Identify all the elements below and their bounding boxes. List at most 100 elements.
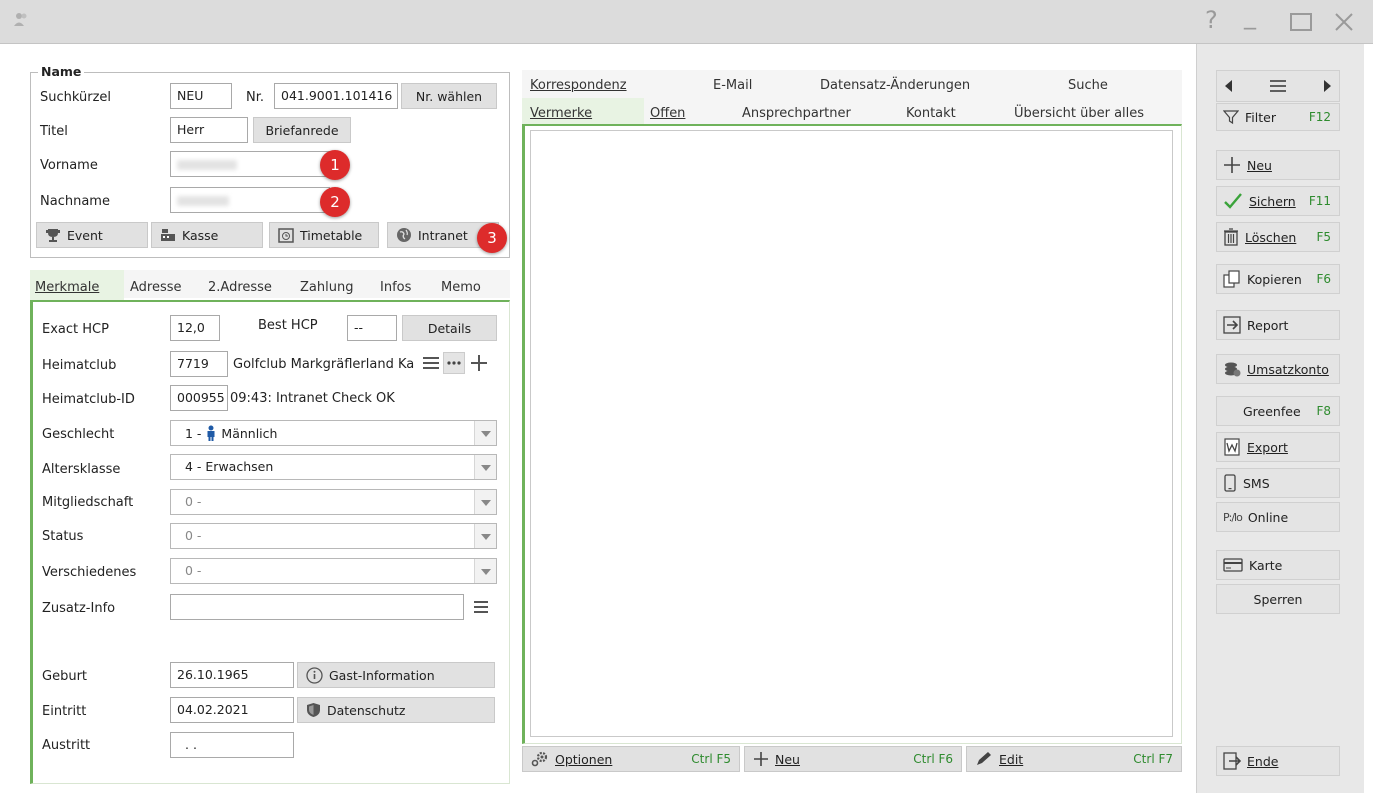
ende-button[interactable]: Ende <box>1216 746 1340 776</box>
tab-email[interactable]: E-Mail <box>713 78 752 93</box>
kopieren-label: Kopieren <box>1247 271 1302 287</box>
event-button[interactable]: Event <box>36 222 148 248</box>
tab-ansprechpartner[interactable]: Ansprechpartner <box>742 106 851 121</box>
heimatclub-nr-input[interactable]: 7719 <box>170 351 228 377</box>
menu-icon[interactable] <box>1268 77 1288 95</box>
pencil-icon <box>975 751 993 767</box>
mitgliedschaft-select[interactable]: 0 - <box>170 489 497 515</box>
plus-icon <box>1223 156 1241 174</box>
checkmark-icon <box>1223 192 1243 210</box>
chevron-down-icon[interactable] <box>474 455 496 479</box>
list-icon[interactable] <box>420 352 442 374</box>
greenfee-button[interactable]: Greenfee F8 <box>1216 396 1340 426</box>
gast-information-button[interactable]: Gast-Information <box>297 662 495 688</box>
verschiedenes-label: Verschiedenes <box>42 565 137 580</box>
geschlecht-prefix: 1 - <box>185 426 202 441</box>
nr-input[interactable]: 041.9001.101416 <box>274 83 398 109</box>
more-options-icon[interactable] <box>443 352 465 374</box>
titel-input[interactable]: Herr <box>170 117 248 143</box>
tab-merkmale[interactable]: Merkmale <box>35 280 99 295</box>
tab-adresse[interactable]: Adresse <box>130 280 182 295</box>
tab-suche[interactable]: Suche <box>1068 78 1108 93</box>
verschiedenes-select[interactable]: 0 - <box>170 558 497 584</box>
nachname-input[interactable] <box>170 187 330 213</box>
optionen-button[interactable]: Optionen Ctrl F5 <box>522 746 740 772</box>
online-button[interactable]: P:/lo Online <box>1216 502 1340 532</box>
umsatzkonto-button[interactable]: Umsatzkonto <box>1216 354 1340 384</box>
tab-offen[interactable]: Offen <box>650 106 685 121</box>
export-button[interactable]: Export <box>1216 432 1340 462</box>
sms-button[interactable]: SMS <box>1216 468 1340 498</box>
exact-hcp-input[interactable]: 12,0 <box>170 315 220 341</box>
kasse-button[interactable]: Kasse <box>151 222 263 248</box>
greenfee-shortcut: F8 <box>1316 404 1331 418</box>
tab-korrespondenz[interactable]: Korrespondenz <box>530 78 627 93</box>
chevron-down-icon[interactable] <box>474 524 496 548</box>
tab-kontakt[interactable]: Kontakt <box>906 106 956 121</box>
neu-label: Neu <box>1247 157 1272 173</box>
calendar-clock-icon <box>278 227 294 243</box>
tab-2-adresse[interactable]: 2.Adresse <box>208 280 272 295</box>
minimize-icon[interactable]: _ <box>1244 2 1256 30</box>
loeschen-button[interactable]: Löschen F5 <box>1216 222 1340 252</box>
umsatzkonto-label: Umsatzkonto <box>1247 361 1329 377</box>
timetable-button[interactable]: Timetable <box>269 222 379 248</box>
chevron-down-icon[interactable] <box>474 421 496 445</box>
tab-zahlung[interactable]: Zahlung <box>300 280 353 295</box>
event-button-label: Event <box>67 227 103 243</box>
best-hcp-label: Best HCP <box>258 318 318 333</box>
neu-vermerk-button[interactable]: Neu Ctrl F6 <box>744 746 962 772</box>
tab-uebersicht[interactable]: Übersicht über alles <box>1014 106 1144 121</box>
vorname-input[interactable] <box>170 151 330 177</box>
nr-waehlen-button[interactable]: Nr. wählen <box>401 83 497 109</box>
report-button[interactable]: Report <box>1216 310 1340 340</box>
status-label: Status <box>42 529 84 544</box>
annotation-badge-1: 1 <box>320 150 350 180</box>
sichern-shortcut: F11 <box>1308 194 1331 208</box>
tab-datensatz-aenderungen[interactable]: Datensatz-Änderungen <box>820 78 970 93</box>
export-label: Export <box>1247 439 1288 455</box>
details-button[interactable]: Details <box>402 315 497 341</box>
list-icon[interactable] <box>470 596 492 618</box>
coins-icon <box>1223 360 1241 378</box>
kopieren-button[interactable]: Kopieren F6 <box>1216 264 1340 294</box>
add-icon[interactable] <box>468 352 490 374</box>
suchkuerzel-label: Suchkürzel <box>40 90 112 105</box>
geschlecht-select[interactable]: 1 - Männlich <box>170 420 497 446</box>
status-select[interactable]: 0 - <box>170 523 497 549</box>
heimatclub-id-input[interactable]: 000955 <box>170 385 228 411</box>
best-hcp-input[interactable]: -- <box>347 315 397 341</box>
maximize-icon[interactable] <box>1290 13 1312 31</box>
previous-record-icon[interactable] <box>1222 78 1236 94</box>
briefanrede-button[interactable]: Briefanrede <box>253 117 351 143</box>
vermerke-list[interactable] <box>530 130 1173 737</box>
tab-vermerke[interactable]: Vermerke <box>530 106 592 121</box>
next-record-icon[interactable] <box>1320 78 1334 94</box>
suchkuerzel-input[interactable]: NEU <box>170 83 232 109</box>
geschlecht-label: Geschlecht <box>42 427 115 442</box>
chevron-down-icon[interactable] <box>474 559 496 583</box>
datenschutz-button[interactable]: Datenschutz <box>297 697 495 723</box>
help-icon[interactable]: ? <box>1205 6 1218 34</box>
eintritt-input[interactable]: 04.02.2021 <box>170 697 294 723</box>
geburt-input[interactable]: 26.10.1965 <box>170 662 294 688</box>
karte-button[interactable]: Karte <box>1216 550 1340 580</box>
copy-icon <box>1223 270 1241 288</box>
sperren-button[interactable]: Sperren <box>1216 584 1340 614</box>
altersklasse-select[interactable]: 4 - Erwachsen <box>170 454 497 480</box>
sichern-button[interactable]: Sichern F11 <box>1216 186 1340 216</box>
trash-icon <box>1223 228 1239 246</box>
male-person-icon <box>205 425 217 441</box>
close-icon[interactable] <box>1334 12 1354 32</box>
eintritt-label: Eintritt <box>42 704 87 719</box>
filter-button[interactable]: Filter F12 <box>1216 103 1340 131</box>
tab-infos[interactable]: Infos <box>380 280 411 295</box>
edit-vermerk-button[interactable]: Edit Ctrl F7 <box>966 746 1182 772</box>
neu-button[interactable]: Neu <box>1216 150 1340 180</box>
plus-icon <box>753 751 769 767</box>
neu-vermerk-label: Neu <box>775 751 800 767</box>
tab-memo[interactable]: Memo <box>441 280 481 295</box>
austritt-input[interactable]: . . <box>170 732 294 758</box>
chevron-down-icon[interactable] <box>474 490 496 514</box>
zusatz-info-input[interactable] <box>170 594 464 620</box>
